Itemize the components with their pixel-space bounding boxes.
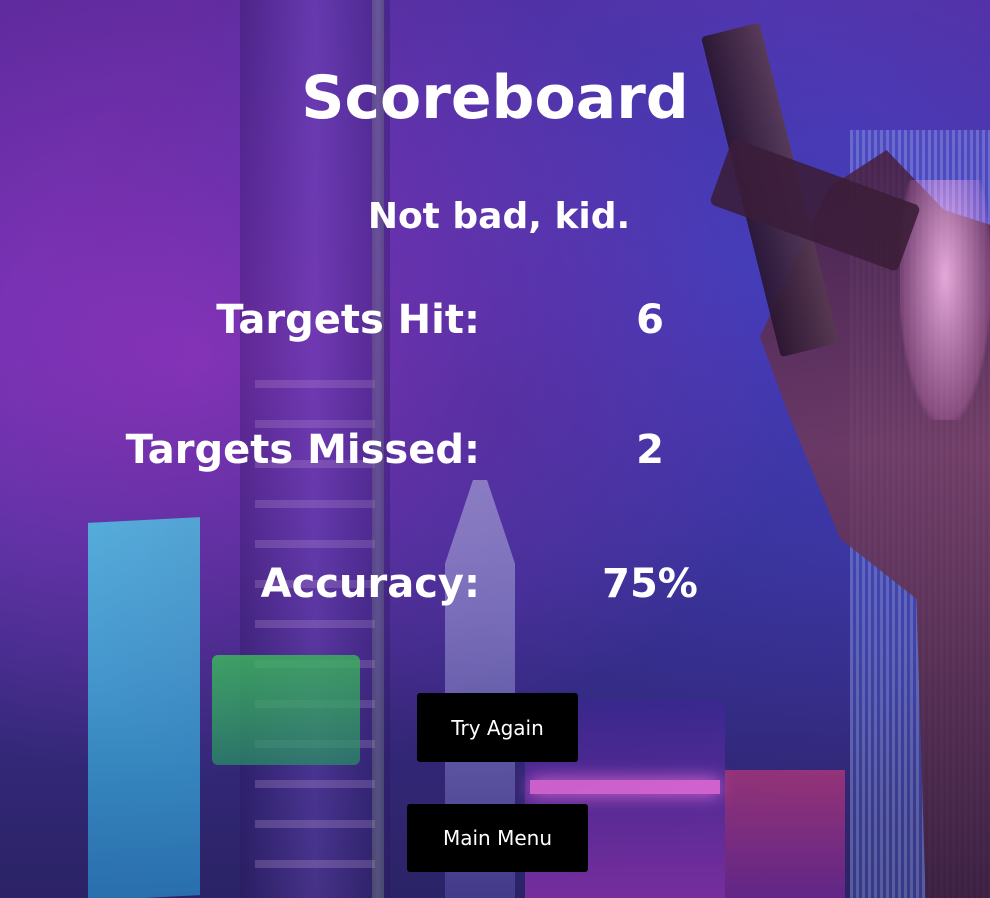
targets-hit-label: Targets Hit:: [216, 297, 480, 343]
targets-missed-value: 2: [636, 427, 664, 473]
try-again-button[interactable]: Try Again: [417, 693, 578, 762]
scoreboard-screen: Scoreboard Not bad, kid. Targets Hit: 6 …: [0, 0, 990, 898]
try-again-label: Try Again: [451, 715, 544, 740]
targets-missed-label: Targets Missed:: [125, 427, 480, 473]
main-menu-label: Main Menu: [442, 826, 552, 850]
main-menu-button[interactable]: Main Menu: [407, 804, 588, 872]
scoreboard-title: Scoreboard: [301, 63, 689, 133]
accuracy-value: 75%: [602, 561, 698, 607]
result-message: Not bad, kid.: [367, 196, 631, 237]
targets-hit-value: 6: [636, 297, 664, 343]
accuracy-label: Accuracy:: [260, 561, 480, 607]
